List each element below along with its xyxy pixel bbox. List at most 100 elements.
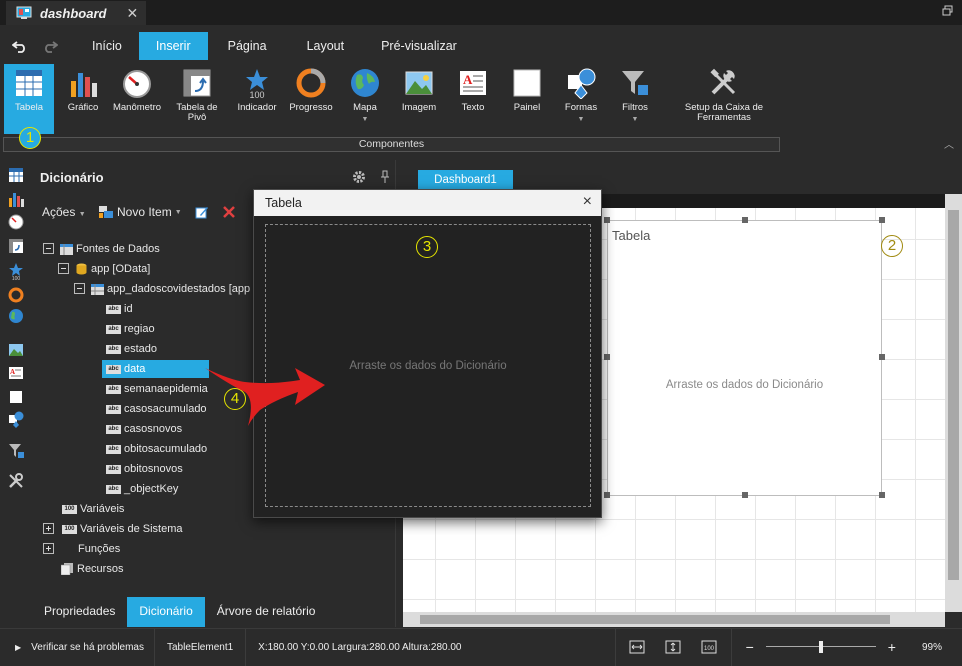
settings-gear-icon[interactable]: [352, 170, 366, 184]
tab-properties[interactable]: Propriedades: [32, 597, 127, 627]
insert-pivot-button[interactable]: Tabela de Pivô: [166, 64, 228, 134]
field-type-icon: abc: [106, 304, 121, 314]
insert-filters-button[interactable]: Filtros ▼: [612, 64, 658, 134]
dialog-close-icon[interactable]: ×: [583, 193, 592, 211]
tree-field-item[interactable]: abc obitosacumulado: [102, 440, 209, 458]
collapse-ribbon-icon[interactable]: ︿: [944, 136, 954, 151]
tab-pagina[interactable]: Página: [208, 32, 287, 60]
insert-shapes-button[interactable]: Formas ▼: [556, 64, 606, 134]
table-element-title: Tabela: [612, 228, 651, 243]
tree-variables[interactable]: 100 Variáveis: [62, 500, 124, 518]
resize-handle[interactable]: [604, 492, 610, 498]
resize-handle[interactable]: [879, 492, 885, 498]
strip-gauge-icon[interactable]: [7, 213, 25, 231]
tab-pre-visualizar[interactable]: Pré-visualizar: [364, 32, 474, 60]
dashboard-page-tab[interactable]: Dashboard1: [418, 170, 513, 191]
insert-map-button[interactable]: Mapa ▼: [342, 64, 388, 134]
zoom-thumb[interactable]: [818, 641, 823, 653]
strip-image-icon[interactable]: [7, 341, 25, 359]
undo-icon[interactable]: [12, 39, 28, 53]
tree-datasources[interactable]: Fontes de Dados: [60, 240, 160, 258]
tab-layout[interactable]: Layout: [287, 32, 365, 60]
insert-panel-button[interactable]: Painel: [504, 64, 550, 134]
zoom-out-button[interactable]: −: [746, 639, 754, 655]
strip-pivot-icon[interactable]: [7, 237, 25, 255]
strip-shapes-icon[interactable]: [7, 410, 25, 428]
strip-map-icon[interactable]: [7, 308, 25, 326]
strip-indicator-icon[interactable]: 100: [7, 262, 25, 280]
tab-dictionary[interactable]: Dicionário: [127, 597, 205, 627]
tree-field-item[interactable]: abc estado: [102, 340, 159, 358]
tree-field-label: estado: [124, 343, 158, 355]
resize-handle[interactable]: [604, 217, 610, 223]
fit-height-icon[interactable]: [665, 640, 681, 654]
tree-source-table[interactable]: app_dadoscovidestados [app: [91, 280, 250, 298]
document-tab[interactable]: dashboard ✕: [6, 1, 146, 25]
resize-handle[interactable]: [879, 217, 885, 223]
tree-field-item[interactable]: abc semanaepidemia: [102, 380, 210, 398]
strip-filter-icon[interactable]: [7, 441, 25, 459]
delete-icon[interactable]: [222, 205, 236, 219]
insert-chart-button[interactable]: Gráfico: [60, 64, 106, 134]
insert-table-button[interactable]: Tabela: [4, 64, 54, 134]
restore-window-icon[interactable]: [942, 5, 954, 17]
tree-app-connection[interactable]: app [OData]: [76, 260, 150, 278]
insert-indicator-button[interactable]: 100 Indicador: [234, 64, 280, 134]
strip-table-icon[interactable]: [7, 166, 25, 184]
actual-size-icon[interactable]: 100: [701, 640, 717, 654]
check-problems-button[interactable]: Verificar se há problemas: [31, 642, 144, 653]
tree-field-item[interactable]: abc data: [102, 360, 210, 378]
vertical-scroll-thumb[interactable]: [948, 210, 959, 580]
strip-text-icon[interactable]: A: [7, 364, 25, 382]
filters-dropdown-icon[interactable]: ▼: [632, 116, 639, 123]
strip-panel-icon[interactable]: [7, 388, 25, 406]
insert-text-button[interactable]: A Texto: [450, 64, 496, 134]
shapes-dropdown-icon[interactable]: ▼: [578, 116, 585, 123]
tree-field-item[interactable]: abc casosnovos: [102, 420, 184, 438]
fit-width-icon[interactable]: [629, 640, 645, 654]
horizontal-scroll-thumb[interactable]: [420, 615, 890, 624]
tree-field-item[interactable]: abc _objectKey: [102, 480, 180, 498]
resize-handle[interactable]: [742, 492, 748, 498]
expand-problems-icon[interactable]: ▶: [15, 643, 21, 652]
zoom-level: 99%: [921, 641, 942, 653]
resize-handle[interactable]: [742, 217, 748, 223]
close-tab-icon[interactable]: ✕: [126, 5, 138, 22]
tree-functions[interactable]: Funções: [78, 540, 120, 558]
tree-system-variables[interactable]: 100 Variáveis de Sistema: [62, 520, 183, 538]
insert-progress-button[interactable]: Progresso: [286, 64, 336, 134]
resize-handle[interactable]: [879, 354, 885, 360]
actions-menu[interactable]: Ações ▼: [42, 205, 86, 219]
expand-system-variables-toggle[interactable]: [43, 523, 54, 534]
toolbox-setup-button[interactable]: Setup da Caixa de Ferramentas: [684, 64, 764, 134]
redo-icon[interactable]: [42, 39, 58, 53]
table-element[interactable]: Tabela Arraste os dados do Dicionário: [607, 220, 882, 496]
insert-image-button[interactable]: Imagem: [396, 64, 442, 134]
dialog-header[interactable]: Tabela ×: [254, 190, 601, 216]
tree-resources[interactable]: Recursos: [61, 560, 123, 578]
collapse-source-toggle[interactable]: [74, 283, 85, 294]
strip-tools-icon[interactable]: [7, 472, 25, 490]
strip-chart-icon[interactable]: [7, 190, 25, 208]
tab-inserir[interactable]: Inserir: [138, 32, 208, 60]
zoom-in-button[interactable]: +: [888, 639, 896, 655]
datasource-icon: [60, 243, 73, 255]
tab-report-tree[interactable]: Árvore de relatório: [205, 597, 328, 627]
tree-field-item[interactable]: abc obitosnovos: [102, 460, 185, 478]
strip-progress-icon[interactable]: [7, 286, 25, 304]
insert-gauge-button[interactable]: Manômetro: [112, 64, 162, 134]
tab-inicio[interactable]: Início: [75, 32, 139, 60]
zoom-slider[interactable]: [765, 641, 876, 653]
collapse-app-toggle[interactable]: [58, 263, 69, 274]
edit-icon[interactable]: [195, 205, 209, 219]
map-dropdown-icon[interactable]: ▼: [362, 116, 369, 123]
expand-functions-toggle[interactable]: [43, 543, 54, 554]
tree-field-item[interactable]: abc regiao: [102, 320, 157, 338]
tree-field-item[interactable]: abc id: [102, 300, 135, 318]
tree-field-item[interactable]: abc casosacumulado: [102, 400, 209, 418]
resize-handle[interactable]: [604, 354, 610, 360]
pin-icon[interactable]: [380, 170, 390, 184]
new-item-menu[interactable]: Novo Item ▼: [98, 205, 182, 219]
collapse-datasources-toggle[interactable]: [43, 243, 54, 254]
indicator-icon: 100: [246, 69, 268, 99]
